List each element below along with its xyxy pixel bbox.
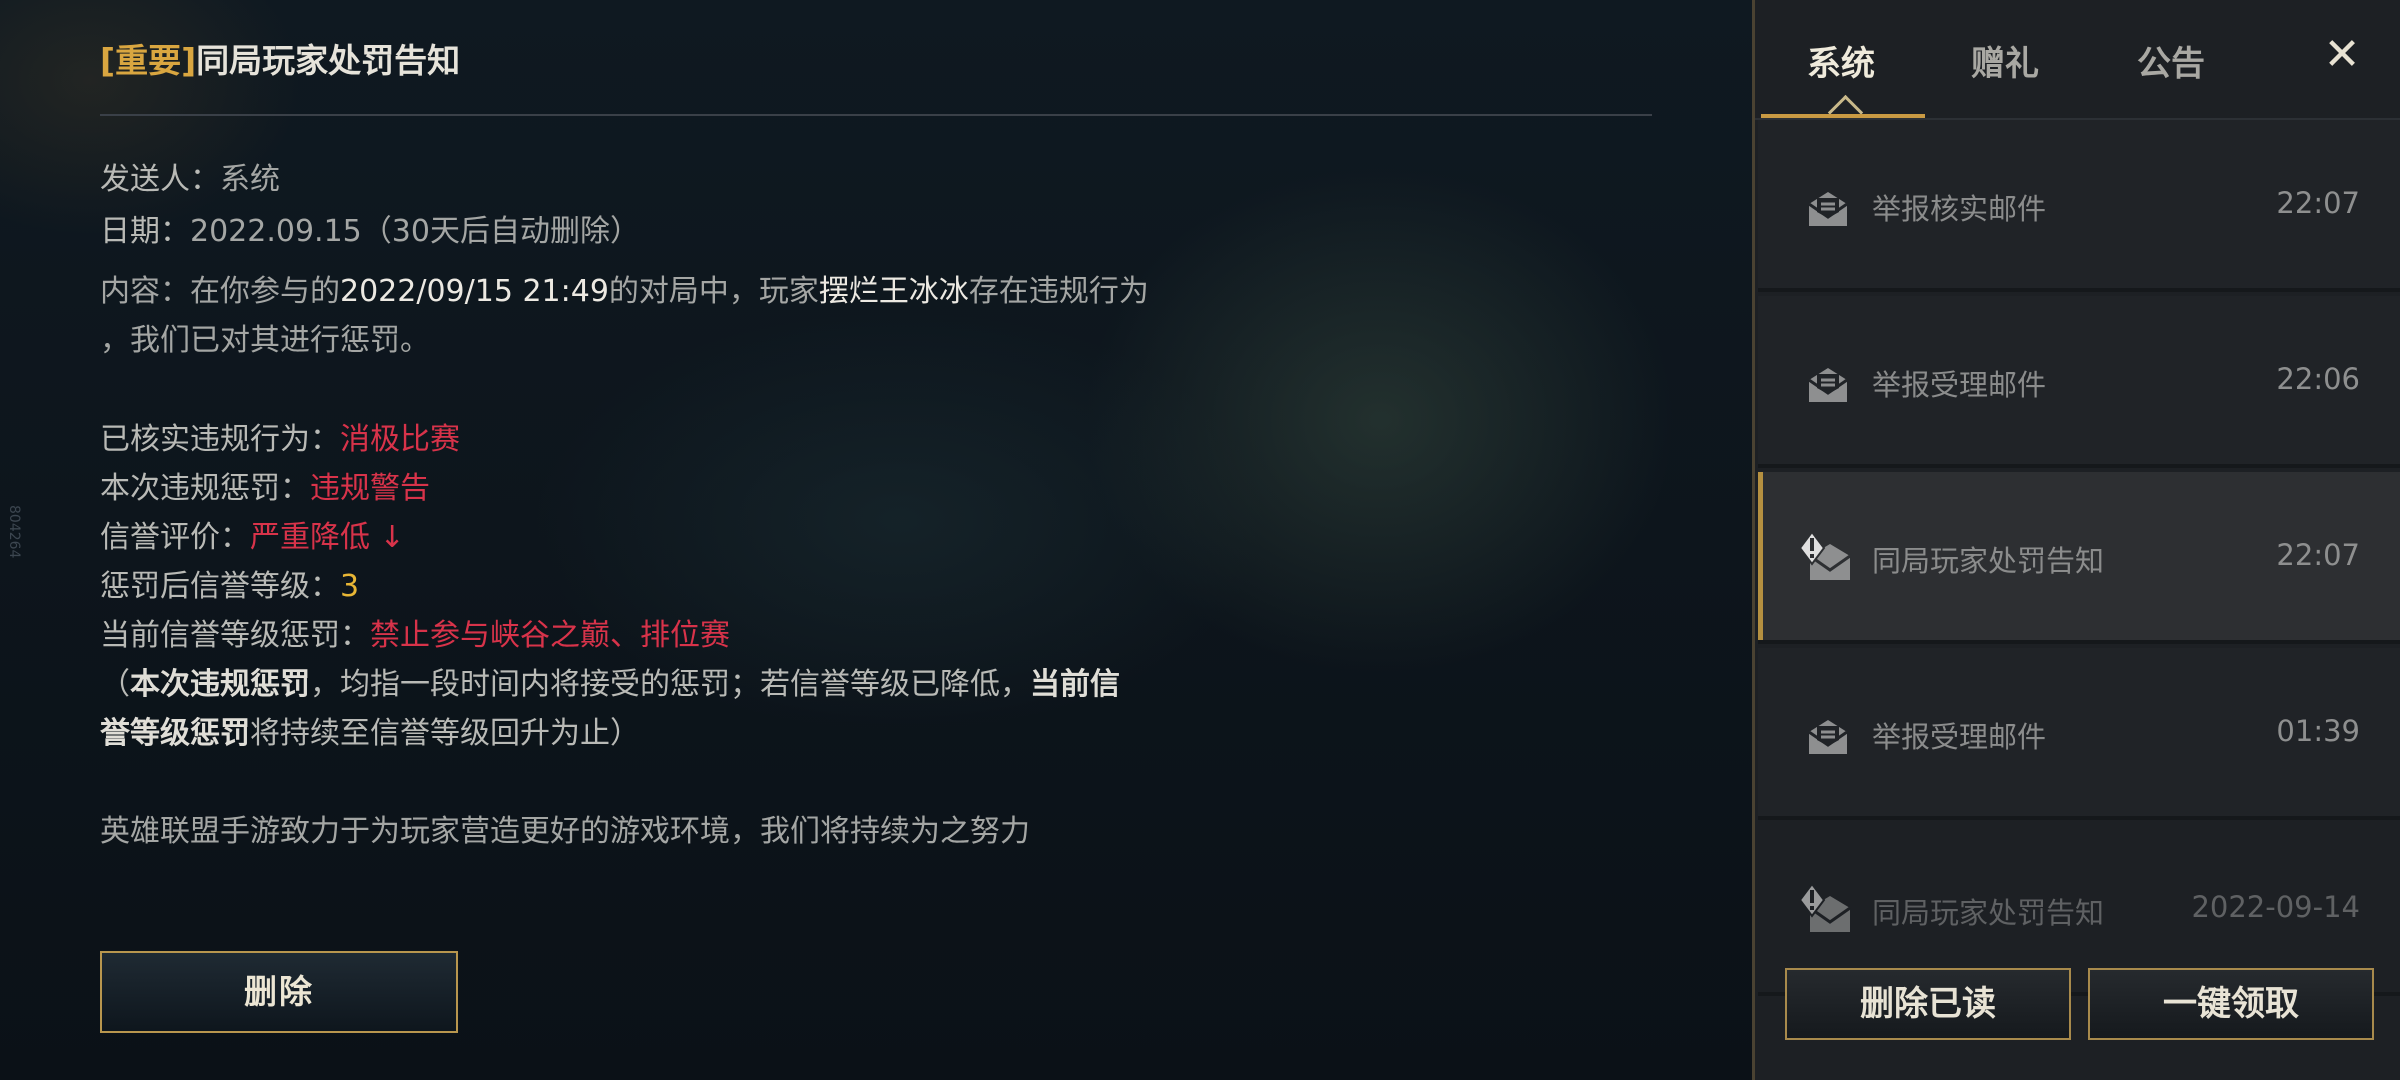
content-text: ，我们已对其进行惩罚。 xyxy=(100,323,430,358)
mail-time: 22:06 xyxy=(2276,362,2360,396)
level-row: 惩罚后信誉等级：3 xyxy=(100,561,359,605)
mail-name: 举报受理邮件 xyxy=(1872,368,2047,402)
current-penalty-label: 当前信誉等级惩罚： xyxy=(100,618,370,653)
current-penalty-value: 禁止参与峡谷之巅、排位赛 xyxy=(370,618,730,653)
note-text: 将持续至信誉等级回升为止） xyxy=(250,716,640,751)
verified-label: 已核实违规行为： xyxy=(100,422,340,457)
closing-text-span: 英雄联盟手游致力于为玩家营造更好的游戏环境，我们将持续为之努力 xyxy=(100,814,1030,849)
mail-name: 举报核实邮件 xyxy=(1872,192,2047,226)
sender-value: 系统 xyxy=(220,162,280,197)
mail-list-item-selected[interactable]: 同局玩家处罚告知 22:07 xyxy=(1758,472,2400,644)
sender-label: 发送人： xyxy=(100,162,220,197)
tab-bar: 系统 赠礼 公告 ✕ xyxy=(1755,0,2400,131)
content-text: 内容：在你参与的 xyxy=(100,274,340,309)
date-label: 日期： xyxy=(100,214,190,249)
envelope-read-icon xyxy=(1808,720,1848,754)
claim-all-button[interactable]: 一键领取 xyxy=(2088,968,2374,1040)
verified-value: 消极比赛 xyxy=(340,422,460,457)
mail-title: [重要]同局玩家处罚告知 xyxy=(100,34,460,82)
mail-list-panel: 系统 赠礼 公告 ✕ 举报核实邮件 22:07 举报受理邮件 22:06 同局玩… xyxy=(1752,0,2400,1080)
note-text: ，均指一段时间内将接受的惩罚；若信誉等级已降低， xyxy=(310,667,1030,702)
player-name: 摆烂王冰冰 xyxy=(818,274,969,309)
mail-list-item[interactable]: 举报核实邮件 22:07 xyxy=(1758,120,2400,292)
tab-gifts[interactable]: 赠礼 xyxy=(1971,36,2039,85)
note-bold: 当前信 xyxy=(1030,667,1120,702)
title-divider xyxy=(100,114,1652,116)
content-text: 存在违规行为 xyxy=(968,274,1149,309)
note-text: （ xyxy=(100,667,130,702)
mail-time: 22:07 xyxy=(2276,186,2360,220)
envelope-alert-icon xyxy=(1798,530,1851,580)
note-bold: 誉等级惩罚 xyxy=(100,716,250,751)
penalty-value: 违规警告 xyxy=(310,471,430,506)
closing-text: 英雄联盟手游致力于为玩家营造更好的游戏环境，我们将持续为之努力 xyxy=(100,806,1030,850)
mail-time: 22:07 xyxy=(2276,538,2360,572)
mail-time: 2022-09-14 xyxy=(2191,890,2360,924)
content-line-2: ，我们已对其进行惩罚。 xyxy=(100,315,430,359)
tab-system[interactable]: 系统 xyxy=(1807,36,1875,85)
level-value: 3 xyxy=(340,569,360,604)
envelope-read-icon xyxy=(1808,192,1848,226)
delete-button[interactable]: 删除 xyxy=(100,951,458,1033)
current-penalty-row: 当前信誉等级惩罚：禁止参与峡谷之巅、排位赛 xyxy=(100,610,730,654)
mail-name: 同局玩家处罚告知 xyxy=(1872,544,2105,578)
close-icon[interactable]: ✕ xyxy=(2315,28,2369,82)
credit-label: 信誉评价： xyxy=(100,520,250,555)
date-row: 日期：2022.09.15（30天后自动删除） xyxy=(100,206,640,250)
credit-value: 严重降低 ↓ xyxy=(250,520,405,555)
important-tag: [重要] xyxy=(100,41,197,80)
mail-name: 举报受理邮件 xyxy=(1872,720,2047,754)
level-label: 惩罚后信誉等级： xyxy=(100,569,340,604)
penalty-label: 本次违规惩罚： xyxy=(100,471,310,506)
content-text: 的对局中，玩家 xyxy=(608,274,819,309)
selected-indicator xyxy=(1758,472,1763,640)
tab-announcements[interactable]: 公告 xyxy=(2137,36,2205,85)
active-tab-underline xyxy=(1761,114,1925,118)
envelope-alert-icon xyxy=(1798,882,1851,932)
note-line-1: （本次违规惩罚，均指一段时间内将接受的惩罚；若信誉等级已降低，当前信 xyxy=(100,659,1120,703)
side-id: 804264 xyxy=(6,505,22,559)
mail-list-item[interactable]: 举报受理邮件 22:06 xyxy=(1758,296,2400,468)
mail-detail-pane: [重要]同局玩家处罚告知 发送人：系统 日期：2022.09.15（30天后自动… xyxy=(0,0,1752,1080)
mail-name: 同局玩家处罚告知 xyxy=(1872,896,2105,930)
mail-title-text: 同局玩家处罚告知 xyxy=(196,41,461,80)
penalty-row: 本次违规惩罚：违规警告 xyxy=(100,463,430,507)
content-line-1: 内容：在你参与的2022/09/15 21:49的对局中，玩家摆烂王冰冰存在违规… xyxy=(100,266,1149,310)
verified-row: 已核实违规行为：消极比赛 xyxy=(100,414,460,458)
mail-time: 01:39 xyxy=(2276,714,2360,748)
date-value: 2022.09.15（30天后自动删除） xyxy=(190,214,640,249)
mail-list-item[interactable]: 举报受理邮件 01:39 xyxy=(1758,648,2400,820)
note-bold: 本次违规惩罚 xyxy=(130,667,310,702)
sender-row: 发送人：系统 xyxy=(100,154,280,198)
envelope-read-icon xyxy=(1808,368,1848,402)
match-time: 2022/09/15 21:49 xyxy=(340,274,609,309)
delete-read-button[interactable]: 删除已读 xyxy=(1785,968,2071,1040)
credit-row: 信誉评价：严重降低 ↓ xyxy=(100,512,405,556)
note-line-2: 誉等级惩罚将持续至信誉等级回升为止） xyxy=(100,708,640,752)
